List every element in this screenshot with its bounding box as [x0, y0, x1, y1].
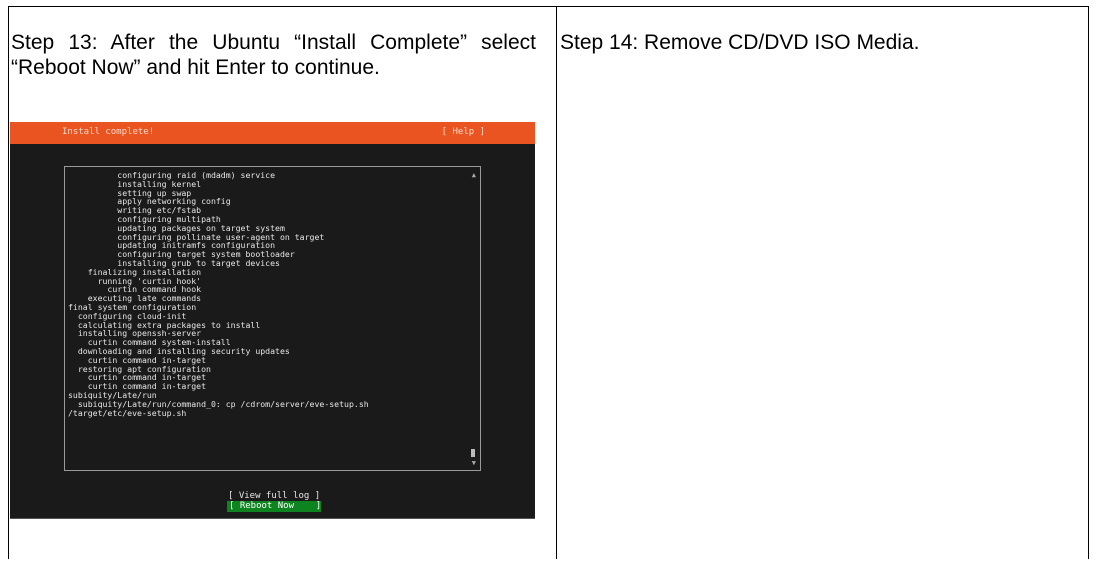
install-log: configuring raid (mdadm) service install…	[68, 171, 468, 417]
step-14-text: Step 14: Remove CD/DVD ISO Media.	[560, 31, 920, 54]
log-line: /target/etc/eve-setup.sh	[68, 407, 187, 418]
installer-title: Install complete!	[62, 127, 155, 137]
footer-divider	[10, 518, 535, 519]
scroll-down-icon[interactable]: ▼	[472, 459, 476, 467]
scroll-up-icon[interactable]: ▲	[472, 171, 476, 179]
column-divider	[556, 7, 557, 559]
step-13-text: Step 13: After the Ubuntu “Install Compl…	[11, 31, 536, 79]
reboot-now-button[interactable]: [ Reboot Now ]	[227, 501, 321, 512]
install-log-frame: configuring raid (mdadm) service install…	[64, 166, 481, 471]
view-full-log-button[interactable]: [ View full log ]	[228, 491, 320, 501]
installer-header: Install complete! [ Help ]	[10, 122, 535, 144]
installer-screenshot: Install complete! [ Help ] configuring r…	[10, 122, 535, 519]
help-button[interactable]: [ Help ]	[442, 127, 485, 137]
scrollbar-thumb[interactable]	[471, 449, 475, 457]
